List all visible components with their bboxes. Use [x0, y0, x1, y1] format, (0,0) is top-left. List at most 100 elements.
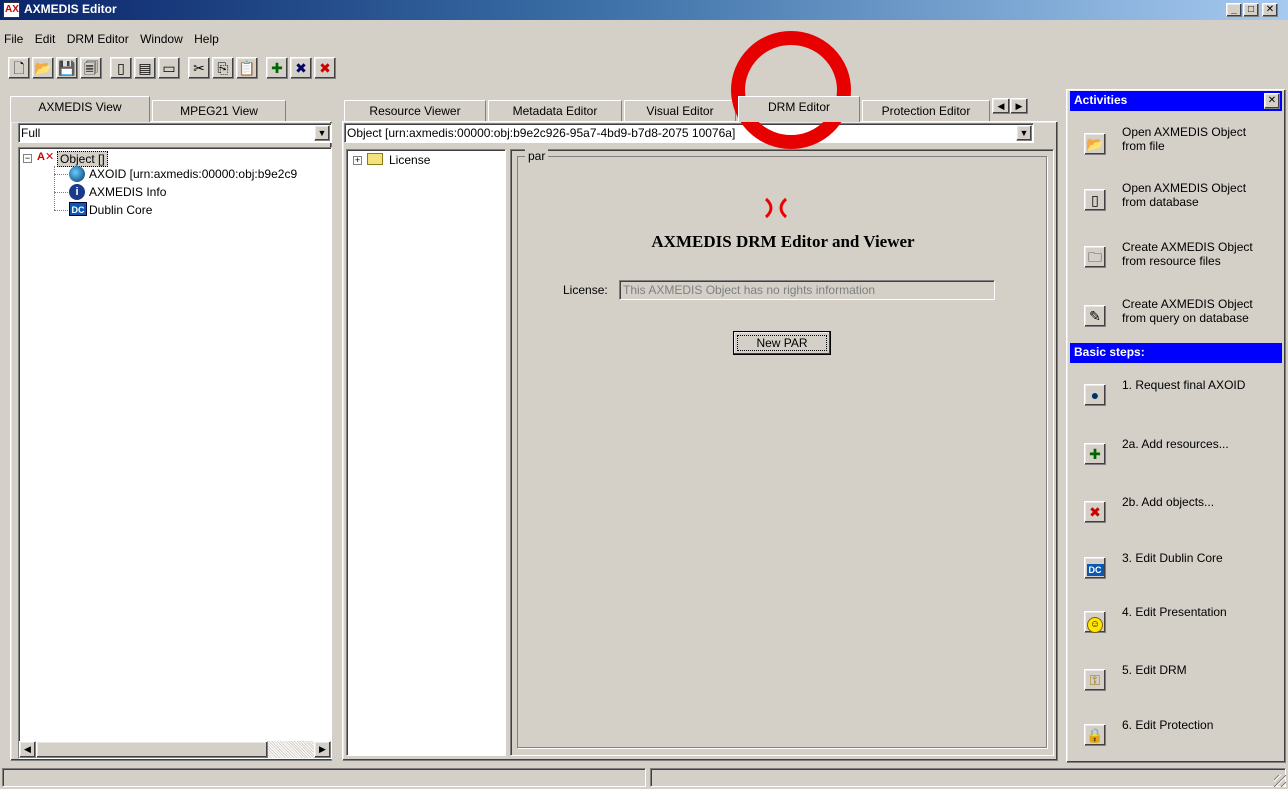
- tab-visual-editor[interactable]: Visual Editor: [624, 100, 736, 122]
- chevron-down-icon[interactable]: ▼: [314, 125, 330, 141]
- tab-mpeg21-view[interactable]: MPEG21 View: [152, 100, 286, 122]
- menu-file[interactable]: File: [0, 32, 27, 46]
- dublin-core-icon: DC: [69, 202, 87, 216]
- database-save-icon[interactable]: ▤: [134, 57, 156, 79]
- step-edit-presentation[interactable]: ☺ 4. Edit Presentation: [1076, 603, 1276, 639]
- open-icon[interactable]: 📂: [32, 57, 54, 79]
- step-add-objects[interactable]: ✖ 2b. Add objects...: [1076, 493, 1276, 529]
- step-request-axoid[interactable]: ● 1. Request final AXOID: [1076, 376, 1276, 412]
- save-as-icon[interactable]: 🗐: [80, 57, 102, 79]
- basic-steps-title: Basic steps:: [1074, 345, 1145, 359]
- status-pane-right: [650, 768, 1286, 787]
- new-folder-icon: 🗀: [1084, 246, 1106, 268]
- add-resource-icon[interactable]: ✚: [266, 57, 288, 79]
- close-button[interactable]: ✕: [1262, 3, 1278, 17]
- database-icon: ▯: [1084, 189, 1106, 211]
- activity-open-from-file[interactable]: 📂 Open AXMEDIS Object from file: [1076, 125, 1276, 161]
- tree-item-axoid[interactable]: AXOID [urn:axmedis:00000:obj:b9e2c9: [89, 167, 297, 181]
- object-select[interactable]: Object [urn:axmedis:00000:obj:b9e2c926-9…: [344, 123, 1034, 143]
- cut-icon[interactable]: ✂: [188, 57, 210, 79]
- scroll-left-icon[interactable]: ◀: [19, 741, 36, 758]
- step-edit-protection[interactable]: 🔒 6. Edit Protection: [1076, 716, 1276, 752]
- tree-root-object[interactable]: Object []: [57, 151, 108, 167]
- database-icon[interactable]: ▯: [110, 57, 132, 79]
- step-edit-dublin-core[interactable]: DC 3. Edit Dublin Core: [1076, 549, 1276, 585]
- folder-icon: [367, 153, 383, 165]
- activities-title: Activities: [1074, 93, 1128, 107]
- tab-axmedis-view[interactable]: AXMEDIS View: [10, 96, 150, 122]
- app-logo-icon: AX: [3, 2, 20, 18]
- title-bar: AX AXMEDIS Editor _ □ ✕: [0, 0, 1288, 20]
- axmedis-object-icon: A✕: [37, 151, 55, 163]
- activity-create-from-resources[interactable]: 🗀 Create AXMEDIS Object from resource fi…: [1076, 240, 1276, 276]
- paste-icon[interactable]: 📋: [236, 57, 258, 79]
- open-folder-icon: 📂: [1084, 133, 1106, 155]
- tree-collapse-icon[interactable]: −: [23, 154, 32, 163]
- status-pane-left: [2, 768, 646, 787]
- step-add-resources[interactable]: ✚ 2a. Add resources...: [1076, 435, 1276, 471]
- license-tree: + License: [346, 149, 506, 756]
- activities-header: Activities ✕: [1070, 91, 1282, 111]
- tab-protection-editor[interactable]: Protection Editor: [862, 100, 990, 122]
- tree-horizontal-scrollbar[interactable]: ◀ ▶: [19, 741, 331, 758]
- menu-edit[interactable]: Edit: [31, 32, 60, 46]
- activities-close-button[interactable]: ✕: [1264, 93, 1280, 109]
- drm-icon: ⚿: [1084, 669, 1106, 691]
- query-icon: ✎: [1084, 305, 1106, 327]
- license-field[interactable]: This AXMEDIS Object has no rights inform…: [619, 280, 995, 300]
- info-icon: i: [69, 184, 85, 200]
- minimize-button[interactable]: _: [1226, 3, 1242, 17]
- license-label: License:: [563, 283, 608, 297]
- add-object-alt-icon[interactable]: ✖: [314, 57, 336, 79]
- smiley-icon: ☺: [1084, 611, 1106, 633]
- axmedis-logo-icon: [763, 195, 789, 221]
- object-tree: − A✕ Object [] AXOID [urn:axmedis:00000:…: [18, 147, 332, 759]
- chevron-down-icon[interactable]: ▼: [1016, 125, 1032, 141]
- new-par-button-label: New PAR: [737, 335, 827, 351]
- left-panel: AXMEDIS View MPEG21 View Full ▼ − A✕ Obj…: [6, 96, 334, 762]
- add-objects-icon: ✖: [1084, 501, 1106, 523]
- view-filter-select[interactable]: Full ▼: [18, 123, 332, 143]
- highlight-circle-annotation: [730, 30, 852, 150]
- add-object-icon[interactable]: ✖: [290, 57, 312, 79]
- activity-open-from-database[interactable]: ▯ Open AXMEDIS Object from database: [1076, 181, 1276, 217]
- tab-resource-viewer[interactable]: Resource Viewer: [344, 100, 486, 122]
- tab-metadata-editor[interactable]: Metadata Editor: [488, 100, 622, 122]
- save-icon[interactable]: 💾: [56, 57, 78, 79]
- license-field-value: This AXMEDIS Object has no rights inform…: [623, 283, 876, 297]
- add-resources-icon: ✚: [1084, 443, 1106, 465]
- menu-window[interactable]: Window: [136, 32, 187, 46]
- object-select-value: Object [urn:axmedis:00000:obj:b9e2c926-9…: [347, 126, 736, 140]
- status-bar: [0, 766, 1288, 789]
- tree-expand-icon[interactable]: +: [353, 156, 362, 165]
- dublin-core-icon: DC: [1084, 557, 1106, 579]
- basic-steps-header: Basic steps:: [1070, 343, 1282, 363]
- editor-panel: Resource Viewer Metadata Editor Visual E…: [338, 96, 1060, 762]
- menu-bar: File Edit DRM Editor Window Help: [0, 32, 223, 52]
- tab-scroll-right-icon[interactable]: ▶: [1010, 98, 1028, 114]
- copy-icon[interactable]: ⎘: [212, 57, 234, 79]
- view-filter-value: Full: [21, 126, 41, 140]
- new-icon[interactable]: 🗋: [8, 57, 30, 79]
- menu-drm-editor[interactable]: DRM Editor: [63, 32, 133, 46]
- window-icon[interactable]: ▭: [158, 57, 180, 79]
- tree-item-dublin-core[interactable]: Dublin Core: [89, 203, 152, 217]
- globe-icon: [69, 166, 85, 182]
- globe-icon: ●: [1084, 384, 1106, 406]
- resize-grip-icon[interactable]: [1274, 775, 1286, 787]
- tab-scroll-left-icon[interactable]: ◀: [992, 98, 1010, 114]
- menu-help[interactable]: Help: [190, 32, 223, 46]
- maximize-button[interactable]: □: [1243, 3, 1259, 17]
- step-edit-drm[interactable]: ⚿ 5. Edit DRM: [1076, 661, 1276, 697]
- par-group-label: par: [525, 149, 549, 163]
- scroll-right-icon[interactable]: ▶: [314, 741, 331, 758]
- new-par-button[interactable]: New PAR: [733, 331, 831, 355]
- tree-item-axmedis-info[interactable]: AXMEDIS Info: [89, 185, 166, 199]
- protection-icon: 🔒: [1084, 724, 1106, 746]
- tab-drm-editor[interactable]: DRM Editor: [738, 96, 860, 122]
- scrollbar-thumb[interactable]: [36, 741, 268, 758]
- window-title: AXMEDIS Editor: [24, 2, 117, 16]
- par-group: par AXMEDIS DRM Editor and Viewer Licens…: [510, 149, 1054, 756]
- activity-create-from-query[interactable]: ✎ Create AXMEDIS Object from query on da…: [1076, 297, 1276, 333]
- tree-item-license[interactable]: License: [389, 153, 430, 167]
